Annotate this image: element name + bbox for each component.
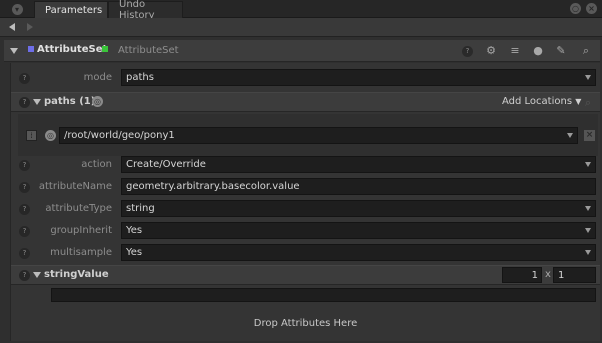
group-inherit-label: groupInherit <box>50 225 112 236</box>
tab-menu-button[interactable]: ▾ <box>2 1 32 17</box>
multisample-dropdown[interactable]: Yes <box>121 244 596 261</box>
attribute-name-label: attributeName <box>38 181 112 192</box>
chat-icon[interactable]: ● <box>531 44 545 58</box>
help-icon[interactable]: ? <box>19 182 30 193</box>
mode-dropdown[interactable]: paths <box>121 69 596 86</box>
chevron-down-icon <box>585 75 591 80</box>
nav-forward-icon[interactable] <box>27 23 33 31</box>
drag-handle-icon[interactable]: ⁞ <box>26 130 37 141</box>
action-dropdown[interactable]: Create/Override <box>121 156 596 173</box>
tab-parameters[interactable]: Parameters <box>34 1 108 18</box>
search-icon[interactable]: ⌕ <box>579 44 593 58</box>
node-type: AttributeSet <box>118 45 179 56</box>
string-value-field[interactable] <box>51 288 596 302</box>
close-icon[interactable]: × <box>586 3 597 14</box>
attribute-type-dropdown[interactable]: string <box>121 200 596 217</box>
search-icon[interactable]: ⌕ <box>581 96 595 110</box>
collapse-arrow-icon[interactable] <box>33 99 41 105</box>
collapse-arrow-icon[interactable] <box>33 272 41 278</box>
mode-label: mode <box>83 72 112 83</box>
node-color-swatch <box>28 46 34 52</box>
help-icon[interactable]: ? <box>462 46 473 57</box>
navigation-bar <box>0 18 602 37</box>
add-locations-button[interactable]: Add Locations ▼ <box>502 96 581 107</box>
chevron-down-icon <box>585 206 591 211</box>
string-value-label: stringValue <box>44 269 109 280</box>
group-inherit-dropdown[interactable]: Yes <box>121 222 596 239</box>
mode-value: paths <box>126 72 154 83</box>
drop-attributes-hint: Drop Attributes Here <box>253 318 358 329</box>
attribute-type-value: string <box>126 203 155 214</box>
target-icon[interactable]: ◎ <box>45 130 56 141</box>
remove-path-icon[interactable]: × <box>584 130 595 141</box>
array-size-cols-value: 1 <box>558 269 565 281</box>
help-icon[interactable]: ? <box>19 160 30 171</box>
group-inherit-value: Yes <box>126 225 143 236</box>
array-size-separator: x <box>545 269 551 280</box>
chevron-down-icon <box>585 228 591 233</box>
path-input[interactable]: /root/world/geo/pony1 <box>59 127 578 144</box>
array-size-cols-field[interactable]: 1 <box>553 267 596 283</box>
help-icon[interactable]: ? <box>19 270 30 281</box>
wrench-icon[interactable]: ✎ <box>554 44 568 58</box>
filter-icon[interactable]: ≡ <box>508 44 522 58</box>
help-icon[interactable]: ? <box>19 97 30 108</box>
action-label: action <box>81 159 112 170</box>
node-name[interactable]: AttributeSet <box>37 44 107 55</box>
nav-back-icon[interactable] <box>9 23 15 31</box>
chevron-down-icon <box>567 133 573 138</box>
array-size-rows-field[interactable]: 1 <box>502 267 542 283</box>
tab-menu-icon: ▾ <box>11 3 23 15</box>
array-size-rows-value: 1 <box>531 269 538 281</box>
attribute-name-value: geometry.arbitrary.basecolor.value <box>126 181 300 192</box>
collapse-arrow-icon[interactable] <box>10 48 18 54</box>
node-status-swatch <box>102 46 108 52</box>
gear-icon[interactable]: ⚙ <box>484 44 498 58</box>
paths-label: paths (1) <box>44 96 96 107</box>
tab-undo-history[interactable]: Undo History <box>108 0 183 21</box>
help-icon[interactable]: ? <box>19 248 30 259</box>
attribute-type-label: attributeType <box>45 203 112 214</box>
path-value: /root/world/geo/pony1 <box>64 130 175 141</box>
target-icon[interactable]: ◎ <box>92 96 103 107</box>
add-locations-label: Add Locations <box>502 96 573 107</box>
help-icon[interactable]: ? <box>19 204 30 215</box>
attribute-name-field[interactable]: geometry.arbitrary.basecolor.value <box>121 178 596 195</box>
action-value: Create/Override <box>126 159 206 170</box>
tab-parameters-label: Parameters <box>45 4 103 16</box>
help-icon[interactable]: ? <box>19 73 30 84</box>
multisample-value: Yes <box>126 247 143 258</box>
multisample-label: multisample <box>50 247 112 258</box>
chevron-down-icon <box>585 162 591 167</box>
chevron-down-icon <box>585 250 591 255</box>
help-icon[interactable]: ? <box>19 226 30 237</box>
settings-icon[interactable]: ○ <box>570 3 581 14</box>
